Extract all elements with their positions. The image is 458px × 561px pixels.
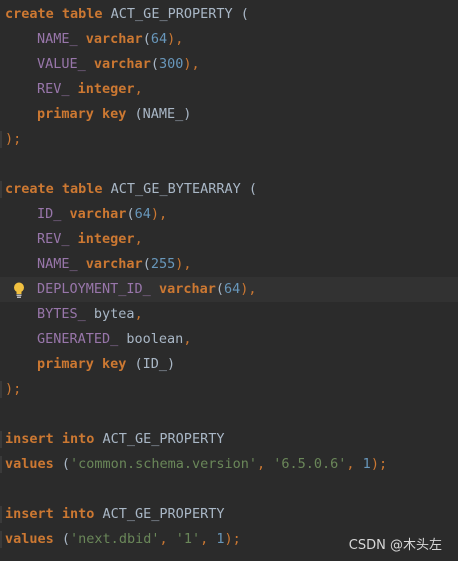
key-columns: (NAME_): [126, 106, 192, 122]
punct: );: [5, 131, 22, 147]
punct: (: [142, 31, 151, 47]
fold-marker[interactable]: [0, 456, 2, 473]
code-line: insert into ACT_GE_PROPERTY: [0, 427, 458, 452]
keyword: values: [5, 456, 54, 472]
punct: (: [53, 456, 71, 472]
fold-marker[interactable]: [0, 181, 2, 198]
punct: );: [5, 381, 22, 397]
code-line: BYTES_ bytea,: [0, 302, 458, 327]
punct: ),: [240, 281, 257, 297]
keyword: insert into: [5, 431, 95, 447]
code-line: REV_ integer,: [0, 227, 458, 252]
string: 'common.schema.version': [70, 456, 257, 472]
column-name: BYTES_: [37, 306, 86, 322]
column-name: REV_: [37, 81, 70, 97]
punct: (: [142, 256, 151, 272]
code-line: );: [0, 377, 458, 402]
watermark: CSDN @木头左: [348, 538, 442, 553]
number: 64: [223, 281, 241, 297]
type: bytea: [85, 306, 135, 322]
punct: ,: [200, 531, 217, 547]
number: 1: [362, 456, 371, 472]
punct: (: [215, 281, 224, 297]
code-line: NAME_ varchar(64),: [0, 27, 458, 52]
number: 255: [150, 256, 176, 272]
code-line: primary key (NAME_): [0, 102, 458, 127]
code-line: create table ACT_GE_BYTEARRAY (: [0, 177, 458, 202]
punct: ),: [183, 56, 200, 72]
punct: ),: [150, 206, 168, 222]
column-name: ID_: [37, 206, 62, 222]
type: varchar: [85, 31, 143, 47]
number: 1: [216, 531, 225, 547]
code-line: );: [0, 127, 458, 152]
lightbulb-icon[interactable]: [12, 281, 26, 299]
type: varchar: [85, 256, 143, 272]
fold-marker[interactable]: [0, 431, 2, 448]
keyword: values: [5, 531, 54, 547]
fold-marker[interactable]: [0, 381, 2, 398]
keyword: primary key: [37, 356, 127, 372]
type: boolean: [118, 331, 184, 347]
punct: ),: [167, 31, 184, 47]
column-name: DEPLOYMENT_ID_: [37, 281, 151, 297]
code-line: ID_ varchar(64),: [0, 202, 458, 227]
type: integer: [77, 81, 135, 97]
keyword: insert into: [5, 506, 95, 522]
type: integer: [77, 231, 135, 247]
code-line: GENERATED_ boolean,: [0, 327, 458, 352]
punct: ,: [134, 306, 143, 322]
column-name: VALUE_: [37, 56, 86, 72]
code-line: REV_ integer,: [0, 77, 458, 102]
punct: ,: [159, 531, 176, 547]
table-name: ACT_GE_PROPERTY: [94, 506, 225, 522]
punct: ,: [256, 456, 274, 472]
punct: );: [370, 456, 388, 472]
string: '1': [175, 531, 201, 547]
fold-marker[interactable]: [0, 531, 2, 548]
string: 'next.dbid': [70, 531, 160, 547]
fold-marker[interactable]: [0, 131, 2, 148]
code-line: values ('common.schema.version', '6.5.0.…: [0, 452, 458, 477]
punct: );: [224, 531, 241, 547]
punct: (: [150, 56, 159, 72]
keyword: create table: [5, 181, 103, 197]
code-editor[interactable]: create table ACT_GE_PROPERTY ( NAME_ var…: [0, 2, 458, 552]
column-name: NAME_: [37, 31, 78, 47]
keyword: create table: [5, 6, 103, 22]
code-line: create table ACT_GE_PROPERTY (: [0, 2, 458, 27]
number: 64: [150, 31, 168, 47]
table-name: ACT_GE_PROPERTY (: [102, 6, 249, 22]
number: 300: [158, 56, 184, 72]
punct: ,: [134, 231, 143, 247]
code-line: insert into ACT_GE_PROPERTY: [0, 502, 458, 527]
code-line: primary key (ID_): [0, 352, 458, 377]
number: 64: [134, 206, 151, 222]
column-name: NAME_: [37, 256, 78, 272]
key-columns: (ID_): [126, 356, 176, 372]
code-line: VALUE_ varchar(300),: [0, 52, 458, 77]
punct: ,: [134, 81, 143, 97]
punct: (: [53, 531, 71, 547]
punct: ,: [346, 456, 363, 472]
code-line-current: DEPLOYMENT_ID_ varchar(64),: [0, 277, 458, 302]
fold-marker[interactable]: [0, 506, 2, 523]
table-name: ACT_GE_BYTEARRAY (: [102, 181, 257, 197]
punct: ),: [175, 256, 192, 272]
type: varchar: [93, 56, 151, 72]
column-name: REV_: [37, 231, 70, 247]
table-name: ACT_GE_PROPERTY: [94, 431, 225, 447]
keyword: primary key: [37, 106, 127, 122]
punct: ,: [183, 331, 192, 347]
column-name: GENERATED_: [37, 331, 119, 347]
type: varchar: [69, 206, 127, 222]
code-line: NAME_ varchar(255),: [0, 252, 458, 277]
punct: (: [126, 206, 135, 222]
type: varchar: [158, 281, 216, 297]
string: '6.5.0.6': [273, 456, 347, 472]
